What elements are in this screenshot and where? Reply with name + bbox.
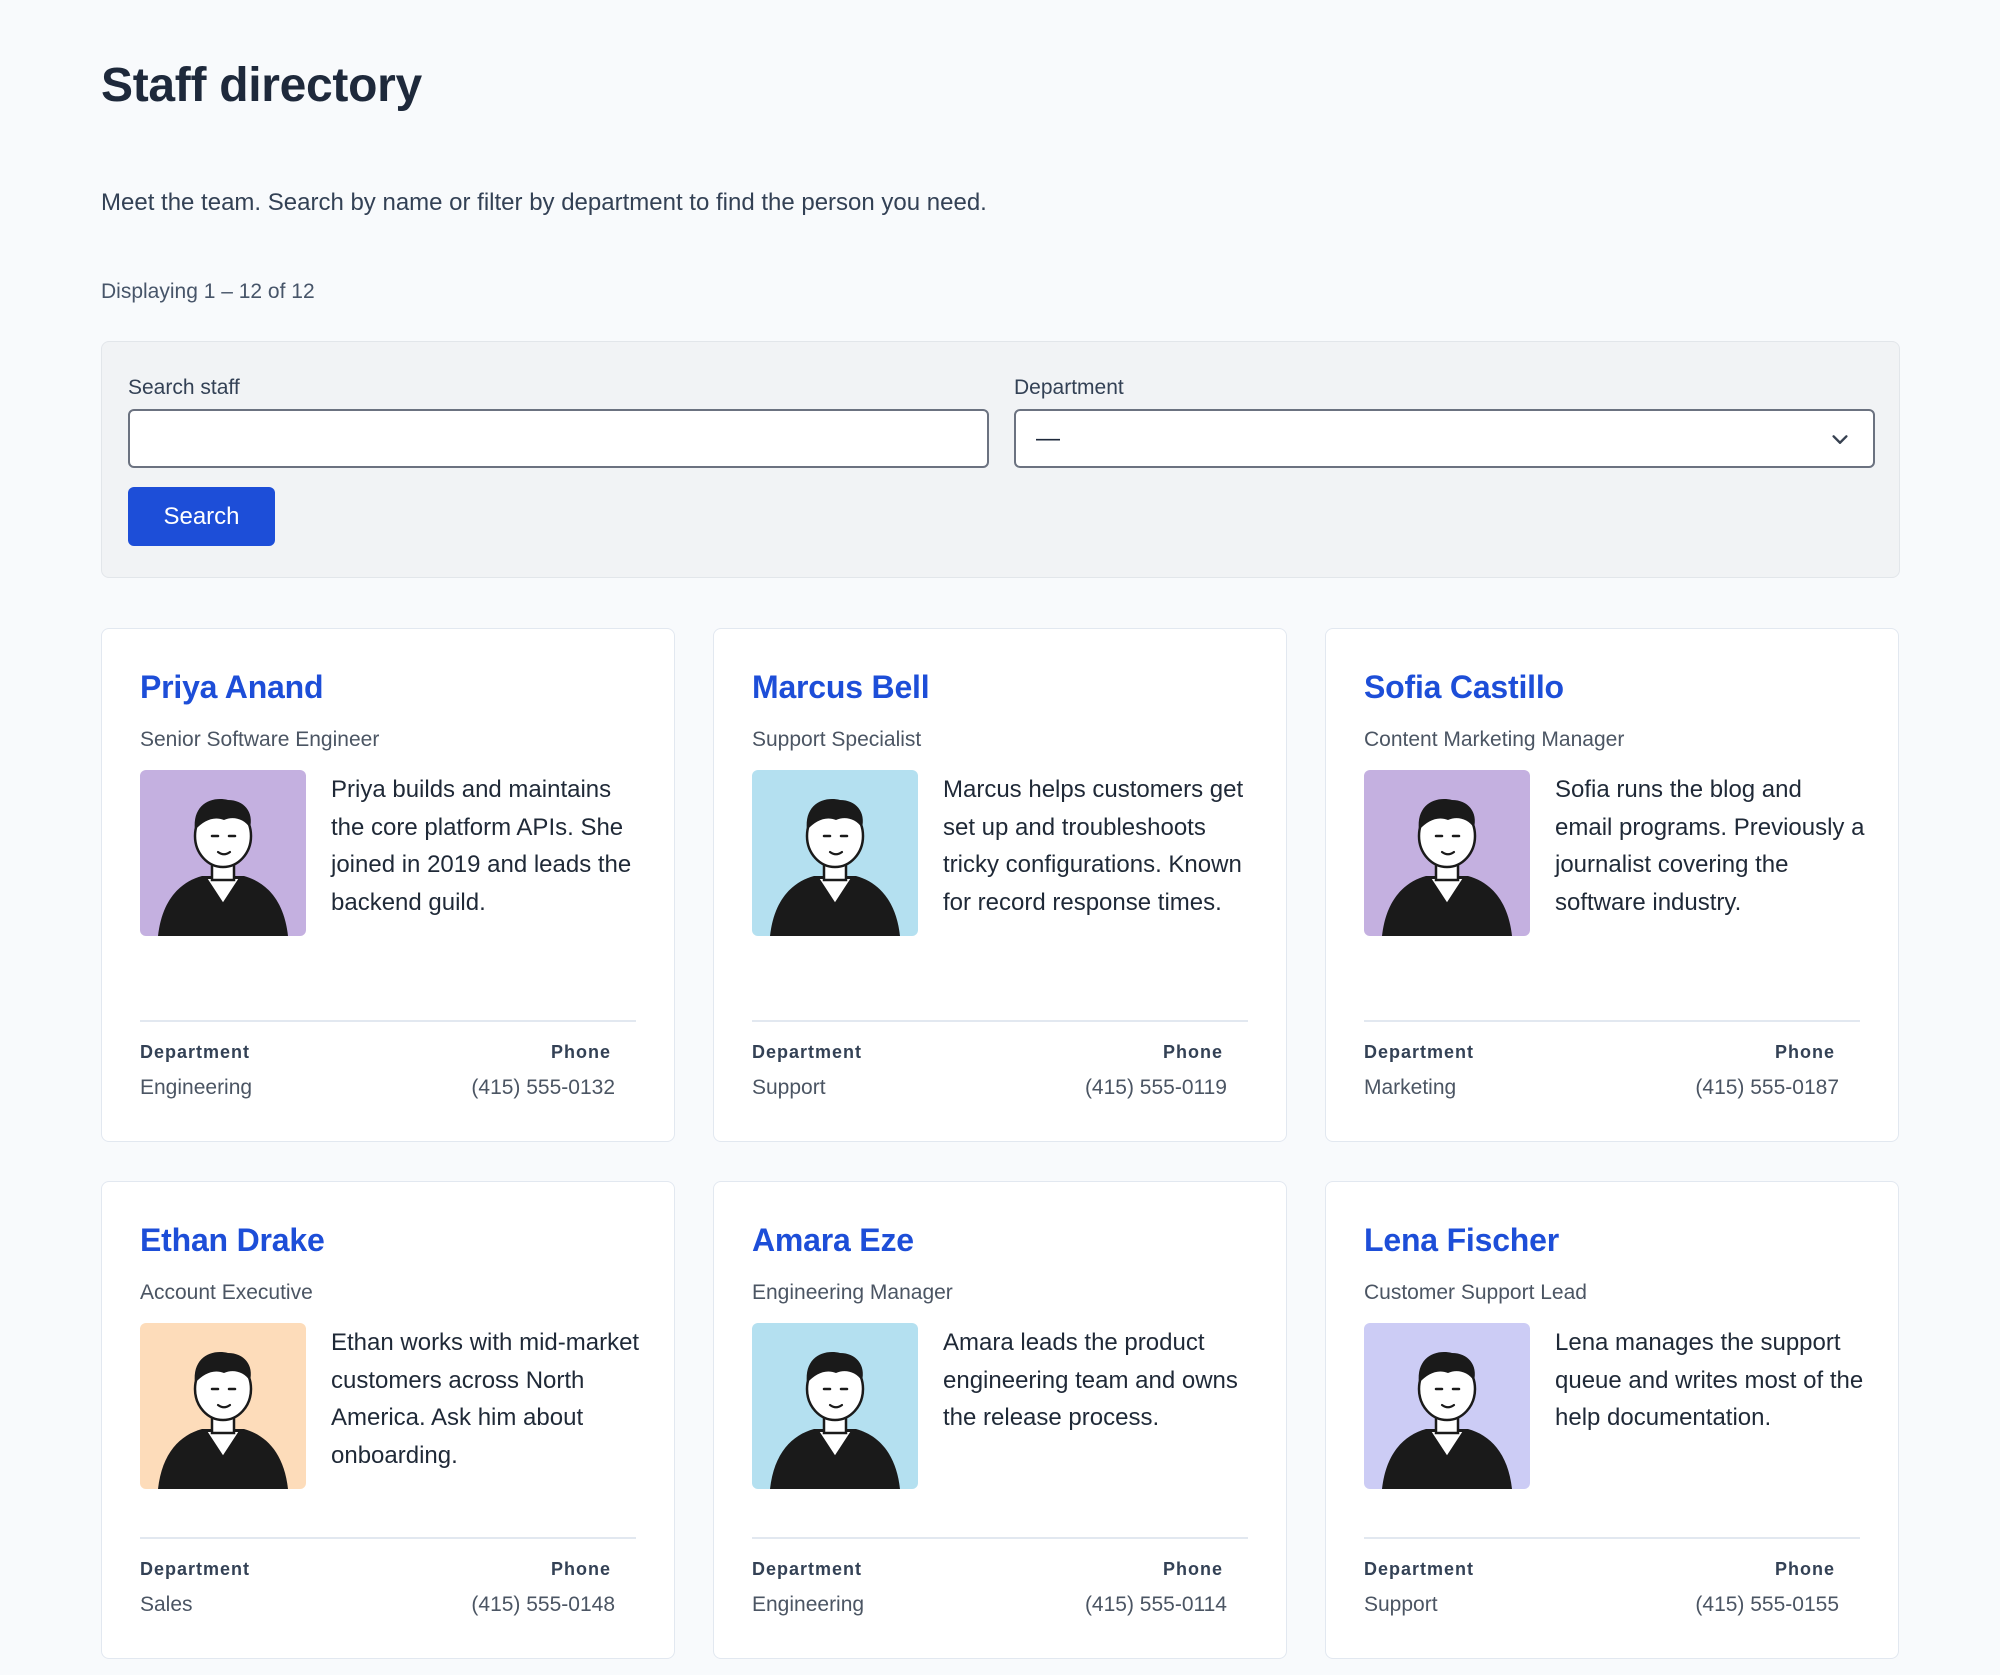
person-avatar-icon (140, 770, 306, 936)
divider (1364, 1020, 1860, 1022)
staff-bio: Amara leads the product engineering team… (943, 1329, 1238, 1431)
staff-bio: Sofia runs the blog and email programs. … (1555, 776, 1865, 916)
staff-bio: Ethan works with mid-market customers ac… (331, 1329, 640, 1469)
staff-department: Marketing (1364, 1076, 1457, 1099)
staff-card: Amara Eze Engineering Manager Amara lead… (713, 1181, 1287, 1659)
staff-department: Support (1364, 1593, 1438, 1616)
staff-card: Priya Anand Senior Software Engineer Pri… (101, 628, 675, 1142)
staff-name-link[interactable]: Sofia Castillo (1364, 669, 1564, 706)
department-select[interactable]: — (1014, 409, 1875, 468)
department-select-value: — (1036, 424, 1060, 452)
staff-department: Support (752, 1076, 826, 1099)
staff-phone[interactable]: (415) 555-0155 (1695, 1593, 1839, 1617)
department-label: Department (752, 1559, 863, 1579)
phone-label: Phone (1162, 1559, 1223, 1579)
staff-card: Lena Fischer Customer Support Lead Lena … (1325, 1181, 1899, 1659)
person-avatar-icon (752, 770, 918, 936)
divider (1364, 1537, 1860, 1539)
staff-name-link[interactable]: Lena Fischer (1364, 1222, 1559, 1259)
avatar (1364, 770, 1530, 936)
chevron-down-icon (1832, 435, 1848, 444)
search-input[interactable] (128, 409, 989, 468)
staff-phone[interactable]: (415) 555-0132 (471, 1076, 615, 1100)
staff-department: Engineering (140, 1076, 253, 1099)
staff-department: Engineering (752, 1593, 865, 1616)
staff-role: Senior Software Engineer (140, 728, 380, 751)
staff-role: Engineering Manager (752, 1281, 953, 1304)
phone-label: Phone (1774, 1042, 1835, 1062)
divider (140, 1537, 636, 1539)
divider (752, 1537, 1248, 1539)
phone-label: Phone (1774, 1559, 1835, 1579)
page-title: Staff directory (101, 59, 422, 112)
person-avatar-icon (1364, 770, 1530, 936)
department-label: Department (1364, 1042, 1475, 1062)
divider (752, 1020, 1248, 1022)
staff-name-link[interactable]: Marcus Bell (752, 669, 930, 706)
staff-phone[interactable]: (415) 555-0187 (1695, 1076, 1839, 1100)
staff-role: Account Executive (140, 1281, 313, 1304)
staff-card: Marcus Bell Support Specialist Marcus he… (713, 628, 1287, 1142)
staff-department: Sales (140, 1593, 193, 1616)
staff-name-link[interactable]: Ethan Drake (140, 1222, 325, 1259)
staff-name-link[interactable]: Amara Eze (752, 1222, 914, 1259)
phone-label: Phone (550, 1559, 611, 1579)
staff-card: Ethan Drake Account Executive Ethan work… (101, 1181, 675, 1659)
person-avatar-icon (1364, 1323, 1530, 1489)
staff-phone[interactable]: (415) 555-0148 (471, 1593, 615, 1617)
phone-label: Phone (1162, 1042, 1223, 1062)
staff-grid: Priya Anand Senior Software Engineer Pri… (101, 628, 1900, 1659)
staff-bio: Marcus helps customers get set up and tr… (943, 776, 1244, 916)
search-button[interactable]: Search (128, 487, 275, 546)
avatar (140, 1323, 306, 1489)
phone-label: Phone (550, 1042, 611, 1062)
staff-bio: Lena manages the support queue and write… (1555, 1329, 1864, 1431)
staff-role: Customer Support Lead (1364, 1281, 1587, 1304)
staff-bio: Priya builds and maintains the core plat… (331, 776, 632, 916)
staff-role: Content Marketing Manager (1364, 728, 1625, 751)
divider (140, 1020, 636, 1022)
avatar (140, 770, 306, 936)
search-label: Search staff (128, 376, 240, 399)
results-count: Displaying 1 – 12 of 12 (101, 280, 315, 303)
staff-role: Support Specialist (752, 728, 922, 751)
department-label: Department (752, 1042, 863, 1062)
person-avatar-icon (140, 1323, 306, 1489)
department-label: Department (1364, 1559, 1475, 1579)
person-avatar-icon (752, 1323, 918, 1489)
staff-directory-page: Staff directory Meet the team. Search by… (0, 0, 2000, 1675)
staff-name-link[interactable]: Priya Anand (140, 669, 324, 706)
department-label: Department (140, 1042, 251, 1062)
avatar (1364, 1323, 1530, 1489)
page-intro: Meet the team. Search by name or filter … (101, 189, 987, 216)
avatar (752, 770, 918, 936)
staff-phone[interactable]: (415) 555-0114 (1085, 1593, 1227, 1617)
department-label: Department (1014, 376, 1124, 399)
filter-panel: Search staff Department — Search (101, 341, 1900, 578)
staff-card: Sofia Castillo Content Marketing Manager… (1325, 628, 1899, 1142)
staff-phone[interactable]: (415) 555-0119 (1085, 1076, 1227, 1100)
department-label: Department (140, 1559, 251, 1579)
avatar (752, 1323, 918, 1489)
